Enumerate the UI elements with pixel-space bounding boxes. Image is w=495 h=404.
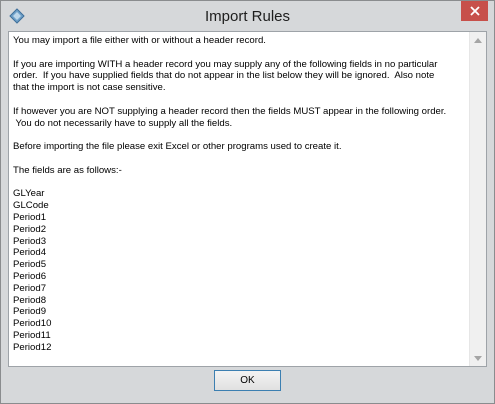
text-line: You do not necessarily have to supply al… [13,117,233,129]
text-line: Period12 [13,341,52,353]
text-line: Period7 [13,282,47,294]
vertical-scrollbar[interactable] [469,32,486,366]
scroll-down-arrow-icon [474,355,482,361]
text-line [13,129,468,141]
text-line [13,47,468,59]
text-line: The fields are as follows:- [13,164,122,176]
text-line: Period1 [13,211,47,223]
window-title: Import Rules [204,8,291,25]
import-rules-dialog: Import Rules You may import a file eithe… [0,0,495,404]
rules-text-box[interactable]: You may import a file either with or wit… [8,31,487,367]
text-line: Period11 [13,329,51,341]
text-line: Period4 [13,247,47,259]
text-line [13,94,468,106]
scroll-down-button[interactable] [470,350,486,366]
title-bar[interactable]: Import Rules [1,1,494,31]
text-line: Period8 [13,294,47,306]
text-line: If however you are NOT supplying a heade… [13,105,447,117]
close-icon [469,6,480,16]
text-line [13,177,468,189]
text-line: Period6 [13,270,47,282]
rules-text: You may import a file either with or wit… [13,35,468,363]
scroll-up-arrow-icon [474,37,482,43]
text-line: If you are importing WITH a header recor… [13,58,438,70]
text-line: Period2 [13,223,47,235]
text-line: GLCode [13,200,49,212]
text-line: GLYear [13,188,45,200]
text-line [13,153,468,165]
scroll-up-button[interactable] [470,32,486,48]
close-button[interactable] [461,1,488,21]
text-line: Period10 [13,318,52,330]
ok-button[interactable]: OK [214,370,281,391]
text-line: Period9 [13,306,47,318]
text-line: Period5 [13,259,47,271]
text-line: You may import a file either with or wit… [13,35,266,46]
text-line: order. If you have supplied fields that … [13,70,435,82]
text-line: that the import is not case sensitive. [13,82,166,94]
text-line: Before importing the file please exit Ex… [13,141,342,153]
text-line: Period3 [13,235,47,247]
